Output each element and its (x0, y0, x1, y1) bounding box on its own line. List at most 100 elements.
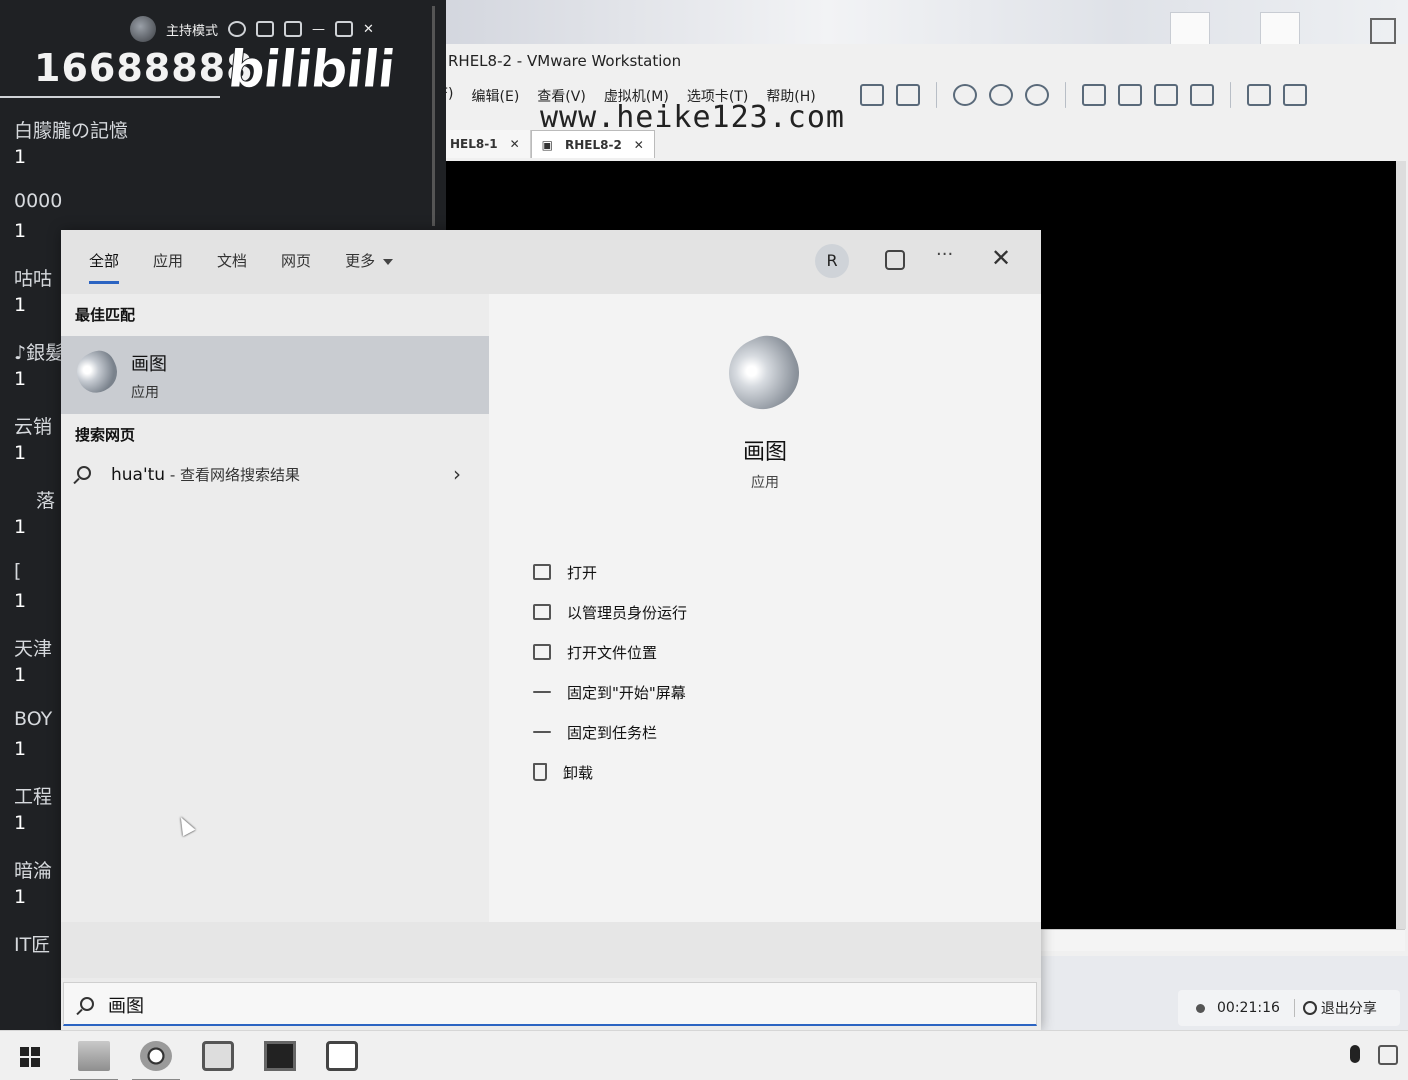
live-header: 主持模式 — ✕ (130, 16, 374, 42)
send-ctrl-alt-del-icon[interactable] (896, 84, 920, 106)
action-open[interactable]: 打开 (533, 552, 687, 592)
unity-icon[interactable] (1190, 84, 1214, 106)
mode-label: 主持模式 (166, 23, 219, 39)
detail-app-name: 画图 (742, 440, 787, 465)
minimize-icon[interactable]: — (312, 22, 325, 37)
chevron-right-icon[interactable]: › (453, 462, 461, 486)
vm-icon: ▣ (541, 137, 553, 152)
action-pin-to-taskbar[interactable]: 固定到任务栏 (533, 712, 687, 752)
best-match-heading: 最佳匹配 (75, 306, 136, 324)
share-timer: 00:21:16 (1217, 1000, 1280, 1016)
tab-documents[interactable]: 文档 (217, 250, 247, 284)
notification-icon[interactable] (1378, 1045, 1398, 1065)
desktop-background (440, 0, 1408, 50)
vmware-title: RHEL8-2 - VMware Workstation (448, 52, 682, 70)
maximize-icon[interactable] (335, 21, 354, 37)
file-explorer-icon[interactable] (70, 1041, 118, 1080)
paint-app-icon (717, 326, 811, 420)
settings-icon[interactable] (228, 21, 247, 37)
menu-icon[interactable] (284, 21, 303, 37)
action-run-as-admin[interactable]: 以管理员身份运行 (533, 592, 687, 632)
avatar[interactable] (130, 16, 156, 42)
web-search-result[interactable]: hua'tu - 查看网络搜索结果 › (61, 458, 489, 494)
action-label: 固定到"开始"屏幕 (567, 683, 686, 702)
close-button[interactable]: ✕ (991, 244, 1011, 272)
close-icon[interactable]: ✕ (363, 22, 374, 37)
action-list: 打开 以管理员身份运行 打开文件位置 固定到"开始"屏幕 固定到任务栏 卸载 (533, 552, 687, 792)
app-c-icon[interactable] (326, 1041, 358, 1071)
pin-icon (533, 691, 551, 693)
fullscreen-icon[interactable] (1154, 84, 1178, 106)
web-suffix: - 查看网络搜索结果 (165, 466, 301, 484)
vm-scrollbar[interactable] (1396, 161, 1406, 929)
list-item: 白朦朧の記憶 1 (14, 116, 434, 190)
tab-rhel8-1[interactable]: HEL8-1 ✕ (440, 130, 531, 158)
action-label: 打开文件位置 (567, 643, 658, 662)
stretch-icon[interactable] (1283, 84, 1307, 106)
viewer-value: 1 (14, 146, 27, 168)
browser-icon[interactable] (132, 1041, 180, 1080)
web-result-text: hua'tu - 查看网络搜索结果 (111, 464, 300, 485)
panel-footer (61, 922, 1041, 978)
share-status-bar: 00:21:16 退出分享 (1178, 990, 1400, 1026)
open-icon (533, 564, 551, 580)
vmware-taskbar-icon[interactable] (202, 1041, 234, 1071)
more-options-icon[interactable]: ··· (936, 244, 953, 265)
menu-edit[interactable]: 编辑(E) (472, 86, 520, 106)
thumbnail-bar-icon[interactable] (1118, 84, 1142, 106)
tab-all[interactable]: 全部 (89, 250, 120, 284)
tab-label: HEL8-1 (450, 137, 498, 151)
snapshot-manager-icon[interactable] (1025, 84, 1049, 106)
microphone-icon[interactable] (1350, 1045, 1360, 1063)
best-match-item[interactable]: 画图 应用 (61, 336, 489, 414)
tab-more[interactable]: 更多 (345, 250, 394, 284)
pause-icon[interactable] (860, 84, 884, 106)
action-label: 以管理员身份运行 (567, 603, 688, 622)
pin-icon (533, 731, 551, 733)
recording-dot-icon (1196, 1003, 1205, 1013)
library-icon[interactable] (1082, 84, 1106, 106)
search-box[interactable] (63, 982, 1037, 1026)
revert-snapshot-icon[interactable] (989, 84, 1013, 106)
search-input[interactable] (108, 991, 708, 1019)
watermark: www.heike123.com (540, 100, 845, 135)
terminal-icon[interactable] (264, 1041, 296, 1071)
snapshot-icon[interactable] (953, 84, 977, 106)
tab-close-icon[interactable]: ✕ (634, 138, 644, 152)
action-pin-to-start[interactable]: 固定到"开始"屏幕 (533, 672, 687, 712)
tab-label: RHEL8-2 (564, 137, 622, 152)
console-icon[interactable] (1247, 84, 1271, 106)
web-search-heading: 搜索网页 (75, 426, 136, 444)
bilibili-logo: bilibili (224, 40, 397, 101)
search-icon (80, 997, 94, 1011)
power-icon (1302, 1001, 1317, 1015)
tab-apps[interactable]: 应用 (153, 250, 183, 284)
popout-icon[interactable] (256, 21, 275, 37)
desktop-window-thumb (1170, 12, 1210, 46)
room-number: 16688888 (34, 46, 254, 90)
feedback-icon[interactable] (885, 250, 905, 270)
toolbar-divider (1230, 82, 1231, 108)
web-query: hua'tu (111, 465, 166, 485)
action-open-file-location[interactable]: 打开文件位置 (533, 632, 687, 672)
search-icon (77, 466, 91, 480)
tab-underline (0, 96, 220, 98)
exit-share-button[interactable]: 退出分享 (1321, 998, 1377, 1018)
paint-app-icon (70, 345, 124, 399)
viewer-name: 白朦朧の記憶 (14, 120, 129, 142)
tab-web[interactable]: 网页 (281, 250, 311, 284)
account-avatar[interactable]: R (815, 244, 849, 278)
search-tabs: 全部 应用 文档 网页 更多 (89, 250, 394, 284)
best-match-name: 画图 (131, 354, 167, 375)
start-button[interactable] (20, 1047, 40, 1067)
tab-close-icon[interactable]: ✕ (510, 137, 520, 151)
trash-icon (533, 763, 547, 781)
action-uninstall[interactable]: 卸载 (533, 752, 687, 792)
windows-logo-icon (1370, 18, 1396, 44)
action-label: 打开 (567, 563, 598, 582)
detail-pane: 画图 应用 打开 以管理员身份运行 打开文件位置 固定到"开始"屏幕 固定到任务… (489, 294, 1041, 922)
results-pane: 最佳匹配 画图 应用 搜索网页 hua'tu - 查看网络搜索结果 › (61, 294, 489, 922)
toolbar-divider (1065, 82, 1066, 108)
detail-app-type: 应用 (751, 475, 779, 491)
chevron-down-icon (383, 258, 394, 265)
